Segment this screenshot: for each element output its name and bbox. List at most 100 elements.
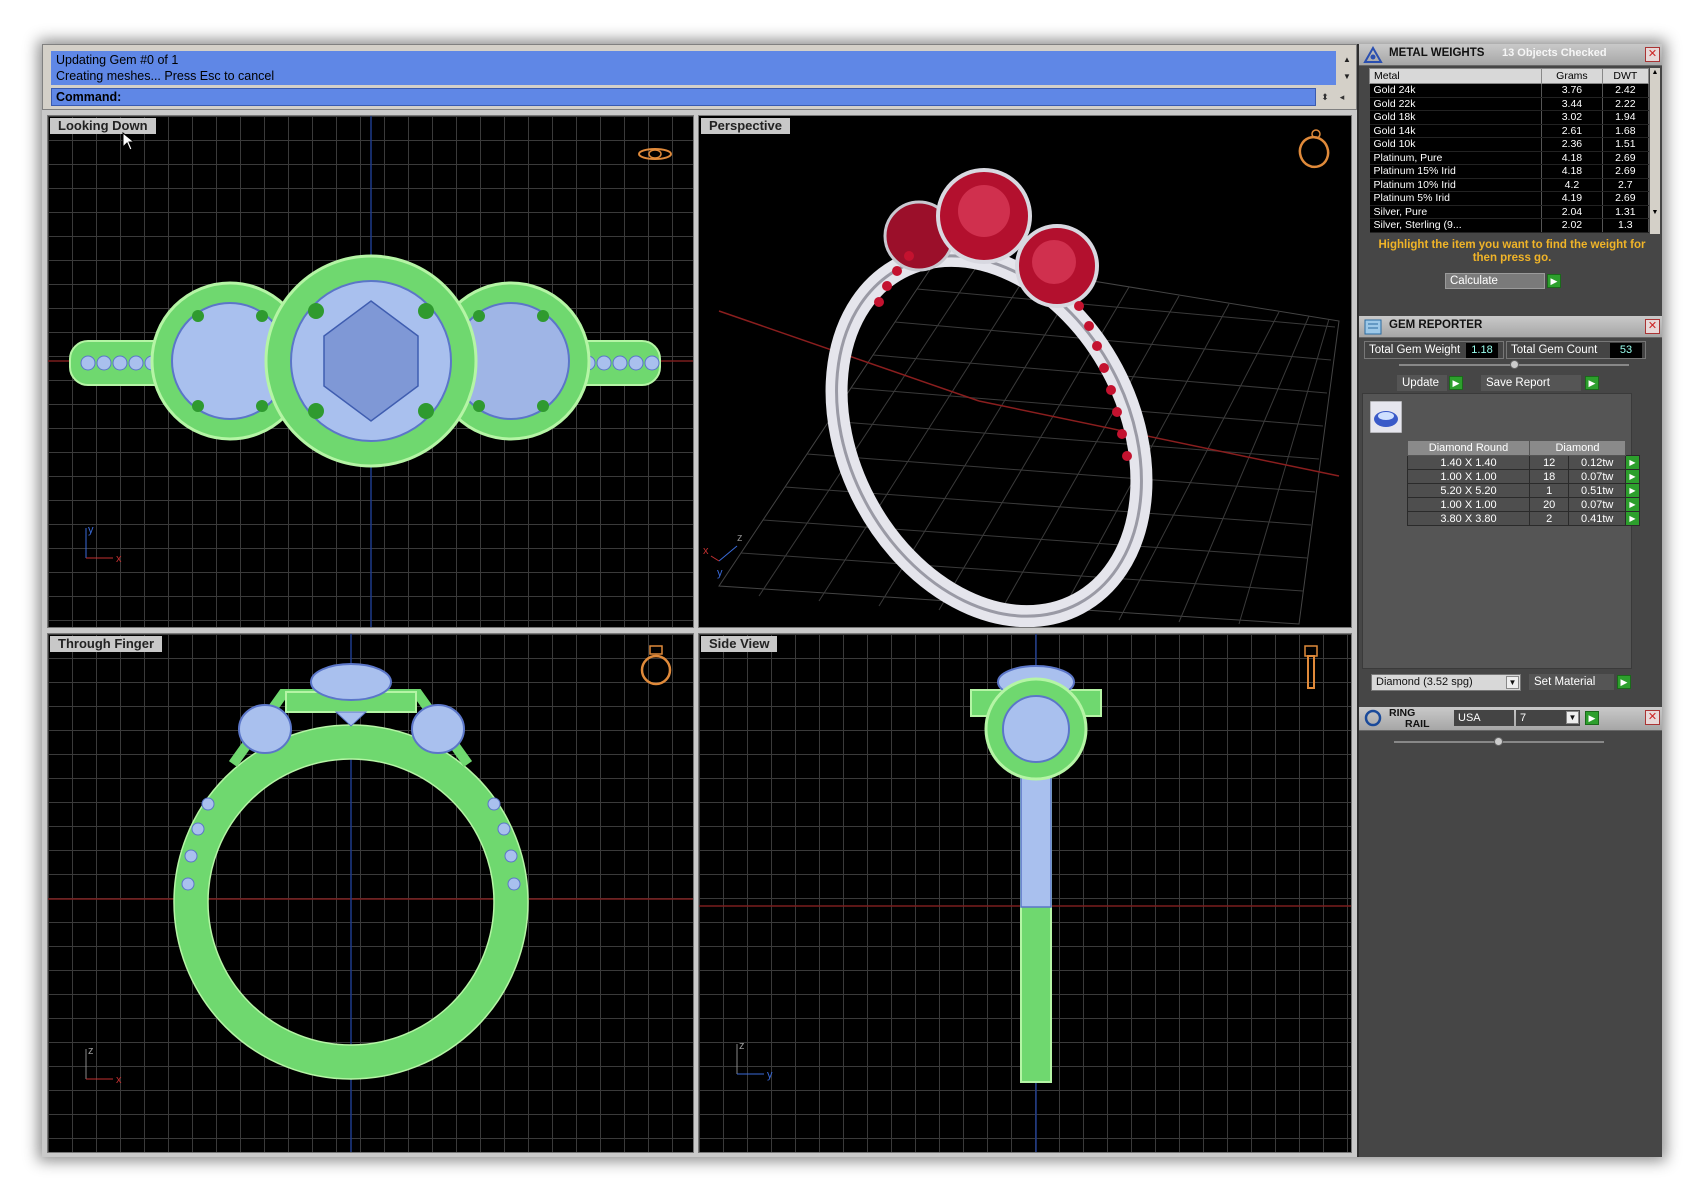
scale-icon [1363, 46, 1383, 63]
metal-weights-hint: Highlight the item you want to find the … [1378, 239, 1646, 264]
command-input[interactable] [127, 90, 1227, 104]
ring-front-orientation-icon[interactable] [638, 642, 674, 688]
viewport-through-finger[interactable]: z x Through Finger [47, 633, 694, 1153]
gem-row-go-icon[interactable]: ▶ [1625, 469, 1640, 484]
gem-row-go-icon[interactable]: ▶ [1625, 511, 1640, 526]
material-value: Diamond (3.52 spg) [1376, 676, 1473, 688]
table-cell: 18 [1528, 469, 1570, 484]
table-cell: Gold 22k [1369, 97, 1543, 111]
ring-rail-header: RING RAIL USA 7 ▼ ▶ ✕ [1359, 707, 1662, 731]
viewport-title: Through Finger [50, 636, 163, 652]
viewport-side-view[interactable]: z y Side View [698, 633, 1352, 1153]
table-cell: 2.36 [1541, 137, 1603, 152]
table-cell: 1.3 [1602, 218, 1650, 233]
metal-weight-row[interactable]: Platinum 15% Irid 4.18 2.69 [1369, 164, 1650, 179]
table-cell: 5.20 X 5.20 [1407, 483, 1530, 498]
save-report-button[interactable]: Save Report [1481, 375, 1581, 391]
metal-weight-row[interactable]: Platinum, Pure 4.18 2.69 [1369, 151, 1650, 165]
gem-row-go-icon[interactable]: ▶ [1625, 497, 1640, 512]
table-cell: 4.18 [1541, 164, 1603, 179]
ring-rail-slider-knob[interactable] [1494, 737, 1503, 746]
close-icon[interactable]: ✕ [1645, 319, 1660, 334]
viewport-title: Looking Down [50, 118, 156, 134]
metal-weight-row[interactable]: Platinum 5% Irid 4.19 2.69 [1369, 191, 1650, 206]
gem-row-go-icon[interactable]: ▶ [1625, 455, 1640, 470]
gem-row[interactable]: 1.40 X 1.40 12 0.12tw ▶ [1407, 455, 1640, 470]
calculate-go-icon[interactable]: ▶ [1547, 274, 1561, 288]
spin-icon[interactable]: ⬍ [1318, 90, 1332, 104]
ring-top-view: y x [48, 116, 693, 627]
table-cell: 0.51tw [1568, 483, 1626, 498]
viewport-perspective[interactable]: z x y Perspective [698, 115, 1352, 628]
material-select[interactable]: Diamond (3.52 spg) ▼ [1371, 674, 1521, 691]
table-cell: 2.7 [1602, 178, 1650, 192]
metal-weight-row[interactable]: Gold 18k 3.02 1.94 [1369, 110, 1650, 125]
side-panel: METAL WEIGHTS 13 Objects Checked ✕ Metal… [1357, 44, 1662, 1157]
column-header: Diamond Round [1407, 440, 1530, 456]
table-cell: Platinum, Pure [1369, 151, 1543, 165]
calculate-button[interactable]: Calculate [1445, 273, 1545, 289]
metal-weight-row[interactable]: Platinum 10% Irid 4.2 2.7 [1369, 178, 1650, 192]
round-diamond-icon [1370, 401, 1402, 433]
table-cell: 2.69 [1602, 164, 1650, 179]
ring-side-orientation-icon[interactable] [1299, 642, 1323, 692]
table-cell: 2.69 [1602, 191, 1650, 206]
ring-top-orientation-icon[interactable] [636, 144, 674, 164]
table-cell: 1.40 X 1.40 [1407, 455, 1530, 470]
ring-perspective-orientation-icon[interactable] [1294, 128, 1334, 170]
save-report-label: Save Report [1486, 377, 1550, 389]
axis-label-y: y [717, 567, 723, 579]
table-cell: 1.00 X 1.00 [1407, 497, 1530, 512]
ring-side-view: z y [699, 634, 1351, 1152]
set-material-go-icon[interactable]: ▶ [1617, 675, 1631, 689]
table-cell: 0.07tw [1568, 497, 1626, 512]
update-button[interactable]: Update [1397, 375, 1447, 391]
table-cell: Silver, Sterling (9... [1369, 218, 1543, 233]
viewport-title: Side View [701, 636, 778, 652]
update-go-icon[interactable]: ▶ [1449, 376, 1463, 390]
metal-weight-row[interactable]: Gold 10k 2.36 1.51 [1369, 137, 1650, 152]
axis-label-y: y [88, 524, 94, 536]
gem-row[interactable]: 3.80 X 3.80 2 0.41tw ▶ [1407, 511, 1640, 526]
update-label: Update [1402, 377, 1440, 389]
region-select[interactable]: USA [1454, 710, 1514, 726]
metal-weight-row[interactable]: Gold 24k 3.76 2.42 [1369, 83, 1650, 98]
chevron-down-icon[interactable]: ▼ [1506, 676, 1519, 689]
close-icon[interactable]: ✕ [1645, 710, 1660, 725]
metal-weight-row[interactable]: Gold 14k 2.61 1.68 [1369, 124, 1650, 138]
history-scrollbar[interactable]: ▲ ▼ [1340, 51, 1354, 85]
save-report-go-icon[interactable]: ▶ [1585, 376, 1599, 390]
ring-front-view: z x [48, 634, 693, 1152]
application-window: Updating Gem #0 of 1 Creating meshes... … [42, 44, 1662, 1157]
ring-size-select[interactable]: 7 ▼ [1516, 710, 1580, 726]
ring-perspective-view: z x y [703, 168, 1340, 627]
gem-row[interactable]: 1.00 X 1.00 18 0.07tw ▶ [1407, 469, 1640, 484]
viewport-grid: y x Looking Down z x y Perspective z x T… [42, 110, 1357, 1157]
metal-weight-row[interactable]: Silver, Pure 2.04 1.31 [1369, 205, 1650, 219]
chevron-down-icon[interactable]: ▼ [1566, 711, 1579, 724]
axis-label-z: z [739, 1040, 745, 1052]
table-cell: 2.42 [1602, 83, 1650, 98]
objects-checked-status: 13 Objects Checked [1502, 47, 1607, 59]
table-cell: 2.61 [1541, 124, 1603, 138]
column-header: Grams [1541, 68, 1603, 84]
table-cell: Platinum 15% Irid [1369, 164, 1543, 179]
ring-rail-title: RING RAIL [1389, 708, 1430, 730]
arrow-left-icon[interactable]: ◂ [1335, 90, 1349, 104]
gem-slider-knob[interactable] [1510, 360, 1519, 369]
close-icon[interactable]: ✕ [1645, 47, 1660, 62]
table-cell: 4.2 [1541, 178, 1603, 192]
ring-rail-go-icon[interactable]: ▶ [1585, 711, 1599, 725]
metal-weight-row[interactable]: Gold 22k 3.44 2.22 [1369, 97, 1650, 111]
column-header: Diamond [1529, 440, 1626, 456]
gem-row-go-icon[interactable]: ▶ [1625, 483, 1640, 498]
table-cell: Platinum 10% Irid [1369, 178, 1543, 192]
ring-size-value: 7 [1520, 712, 1527, 724]
table-cell: 3.76 [1541, 83, 1603, 98]
metal-weight-row[interactable]: Silver, Sterling (9... 2.02 1.3 [1369, 218, 1650, 233]
viewport-looking-down[interactable]: y x Looking Down [47, 115, 694, 628]
gem-row[interactable]: 1.00 X 1.00 20 0.07tw ▶ [1407, 497, 1640, 512]
set-material-button[interactable]: Set Material [1529, 674, 1614, 690]
gem-row[interactable]: 5.20 X 5.20 1 0.51tw ▶ [1407, 483, 1640, 498]
metal-weights-scrollbar[interactable]: ▲ ▼ [1650, 68, 1660, 234]
